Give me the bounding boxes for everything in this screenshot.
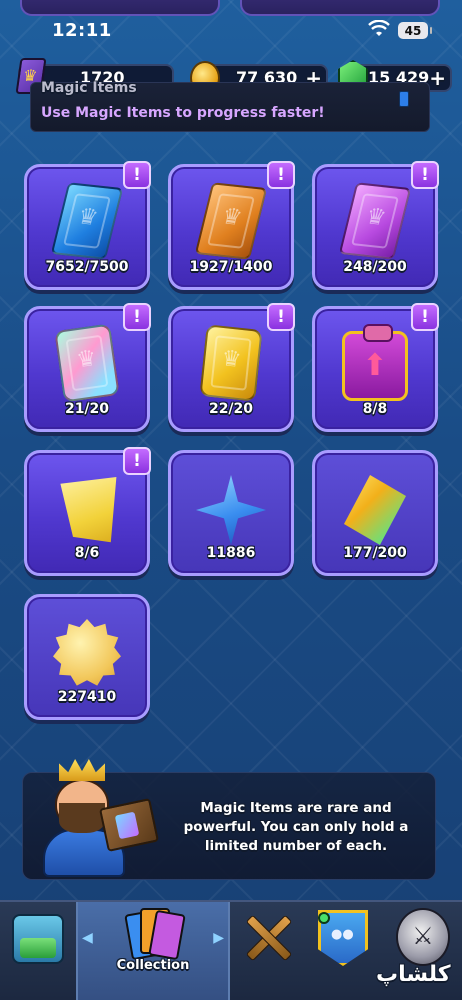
- nav-collection-label: Collection: [116, 958, 190, 973]
- item-count: 21/20: [64, 401, 110, 417]
- evolution-shard-icon: [60, 477, 117, 543]
- item-evolution-shard[interactable]: 8/6 !: [24, 447, 151, 576]
- gold-badge-icon: [53, 619, 121, 686]
- item-count: 8/8: [362, 401, 388, 417]
- evolution-chest-icon: [342, 324, 408, 401]
- info-text: Magic Items are rare and powerful. You c…: [171, 799, 421, 856]
- arrow-right-icon: ▶: [213, 930, 224, 946]
- item-count: 11886: [206, 545, 256, 561]
- common-wild-card-icon: [50, 182, 124, 260]
- magic-items-header: Magic Items Use Magic Items to progress …: [30, 80, 430, 132]
- item-epic-wild-card[interactable]: 248/200 !: [312, 161, 439, 290]
- nav-clan[interactable]: [304, 902, 382, 1000]
- shop-chest-icon: [12, 914, 64, 964]
- arrow-left-icon: ◀: [82, 930, 93, 946]
- alert-badge: !: [267, 303, 295, 331]
- info-line: limited number of each.: [204, 838, 388, 854]
- champion-wild-card-icon: [199, 324, 263, 402]
- battery-icon: 45: [398, 22, 432, 39]
- page-subtitle: Use Magic Items to progress faster!: [41, 105, 325, 121]
- item-champion-wild-card[interactable]: 22/20 !: [168, 303, 295, 432]
- item-common-wild-card[interactable]: 7652/7500 !: [24, 161, 151, 290]
- alert-badge: !: [123, 161, 151, 189]
- legendary-wild-card-icon: [54, 323, 120, 403]
- king-character-icon: [33, 759, 163, 879]
- item-legendary-wild-card[interactable]: 21/20 !: [24, 303, 151, 432]
- crossed-axes-icon: [240, 910, 294, 964]
- status-time: 12:11: [52, 20, 112, 41]
- nav-collection[interactable]: ◀ ▶ Collection: [76, 902, 230, 1000]
- alert-badge: !: [411, 303, 439, 331]
- info-tab[interactable]: [399, 91, 409, 107]
- item-count: 22/20: [208, 401, 254, 417]
- alert-badge: !: [411, 161, 439, 189]
- alert-badge: !: [267, 161, 295, 189]
- nav-battle[interactable]: [230, 902, 304, 1000]
- item-gold-badge[interactable]: 227410: [24, 594, 150, 720]
- alert-badge: !: [123, 303, 151, 331]
- item-count: 227410: [57, 689, 117, 705]
- battery-level: 45: [404, 23, 422, 38]
- watermark: کلشاپ: [376, 962, 451, 987]
- item-count: 8/6: [74, 545, 100, 561]
- item-evolution-shard-chest[interactable]: 8/8 !: [312, 303, 439, 432]
- rare-wild-card-icon: [194, 182, 268, 260]
- magic-items-info-panel: Magic Items are rare and powerful. You c…: [22, 759, 436, 880]
- nav-shop[interactable]: [0, 902, 76, 1000]
- page-title: Magic Items: [41, 80, 137, 96]
- notification-dot-icon: [318, 912, 330, 924]
- item-count: 177/200: [343, 545, 407, 561]
- item-count: 1927/1400: [189, 259, 273, 275]
- epic-wild-card-icon: [338, 182, 412, 260]
- events-emblem-icon: [396, 908, 450, 966]
- cards-icon: [122, 906, 186, 964]
- status-bar: 12:11 45: [0, 0, 462, 62]
- info-line: powerful. You can only hold a: [183, 819, 409, 835]
- item-count: 248/200: [343, 259, 407, 275]
- info-line: Magic Items are rare and: [200, 800, 392, 816]
- alert-badge: !: [123, 447, 151, 475]
- star-points-icon: [196, 475, 266, 545]
- item-count: 7652/7500: [45, 259, 129, 275]
- item-star-points[interactable]: 11886: [168, 450, 294, 576]
- item-elite-wild-card[interactable]: 177/200: [312, 450, 438, 576]
- item-rare-wild-card[interactable]: 1927/1400 !: [168, 161, 295, 290]
- elite-wild-card-icon: [344, 475, 406, 545]
- wifi-icon: [368, 20, 390, 36]
- add-gems-button[interactable]: +: [429, 66, 446, 90]
